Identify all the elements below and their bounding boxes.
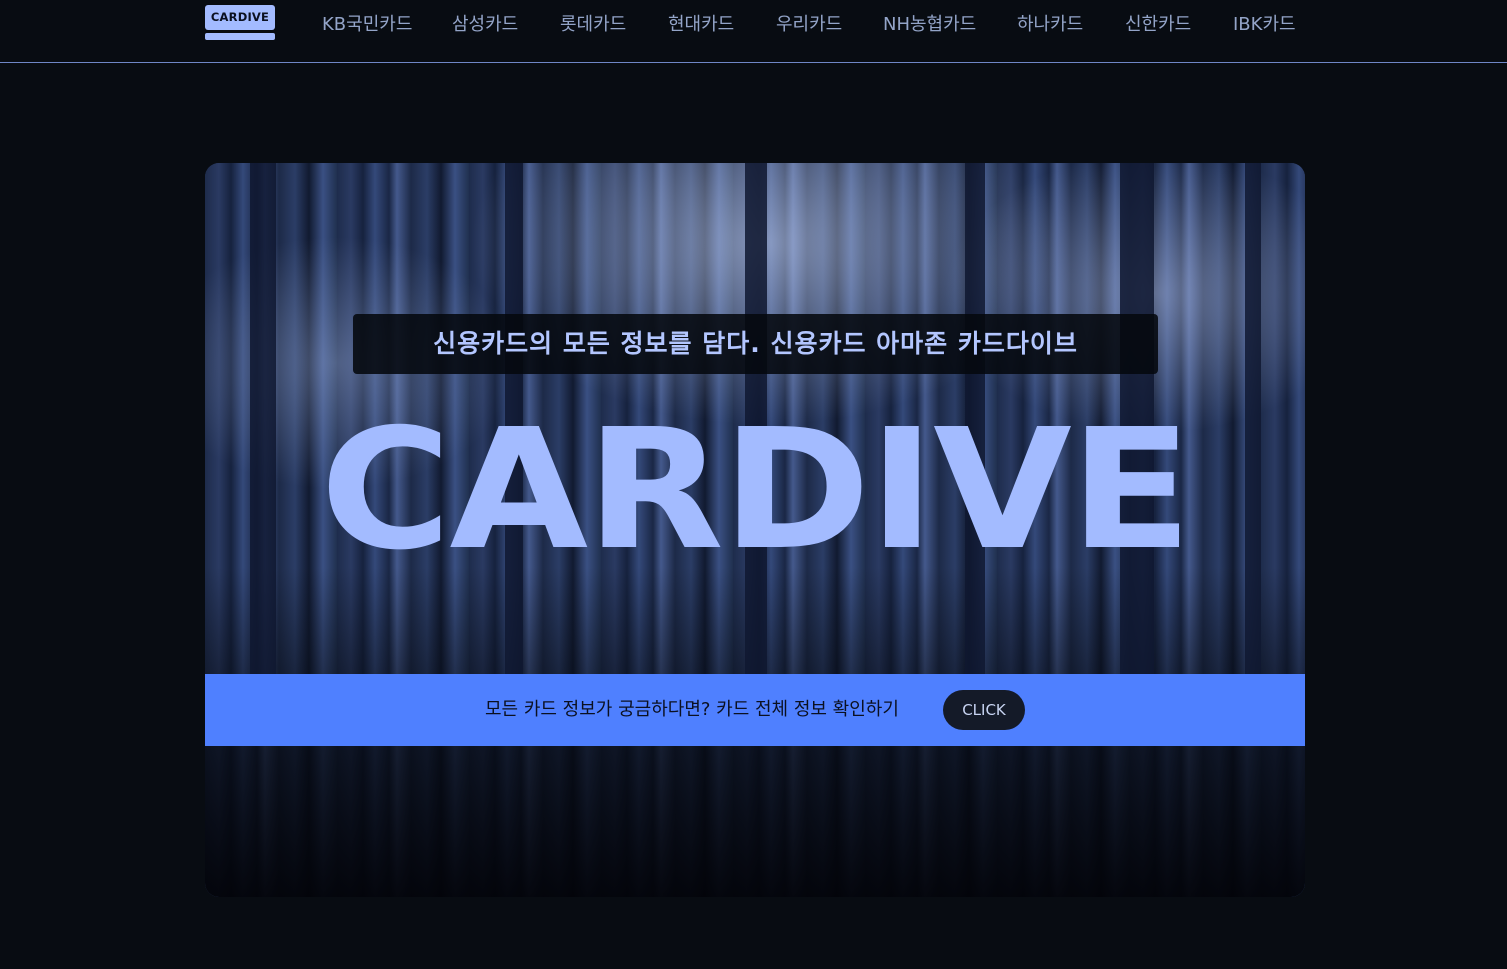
nav-item-lotte[interactable]: 롯데카드 <box>560 12 626 38</box>
nav-item-samsung[interactable]: 삼성카드 <box>452 12 518 38</box>
nav-item-nh[interactable]: NH농협카드 <box>883 12 976 38</box>
logo-underline-bar <box>205 33 275 40</box>
nav-item-shinhan[interactable]: 신한카드 <box>1125 12 1191 38</box>
hero-banner: 신용카드의 모든 정보를 담다. 신용카드 아마존 카드다이브 CARDIVE … <box>205 163 1305 897</box>
nav-item-kb[interactable]: KB국민카드 <box>322 12 412 38</box>
cta-banner: 모든 카드 정보가 궁금하다면? 카드 전체 정보 확인하기 CLICK <box>205 674 1305 746</box>
hero-title: CARDIVE <box>319 394 1192 587</box>
nav-item-hyundai[interactable]: 현대카드 <box>668 12 734 38</box>
nav-item-woori[interactable]: 우리카드 <box>776 12 842 38</box>
hero-tagline: 신용카드의 모든 정보를 담다. 신용카드 아마존 카드다이브 <box>353 314 1158 374</box>
nav-item-hana[interactable]: 하나카드 <box>1017 12 1083 38</box>
logo-text: CARDIVE <box>205 5 275 30</box>
top-navigation-bar: CARDIVE KB국민카드 삼성카드 롯데카드 현대카드 우리카드 NH농협카… <box>0 0 1507 63</box>
cta-text: 모든 카드 정보가 궁금하다면? 카드 전체 정보 확인하기 <box>485 699 899 720</box>
click-button[interactable]: CLICK <box>943 690 1025 730</box>
nav-item-ibk[interactable]: IBK카드 <box>1233 12 1296 38</box>
cardive-logo[interactable]: CARDIVE <box>205 5 275 40</box>
